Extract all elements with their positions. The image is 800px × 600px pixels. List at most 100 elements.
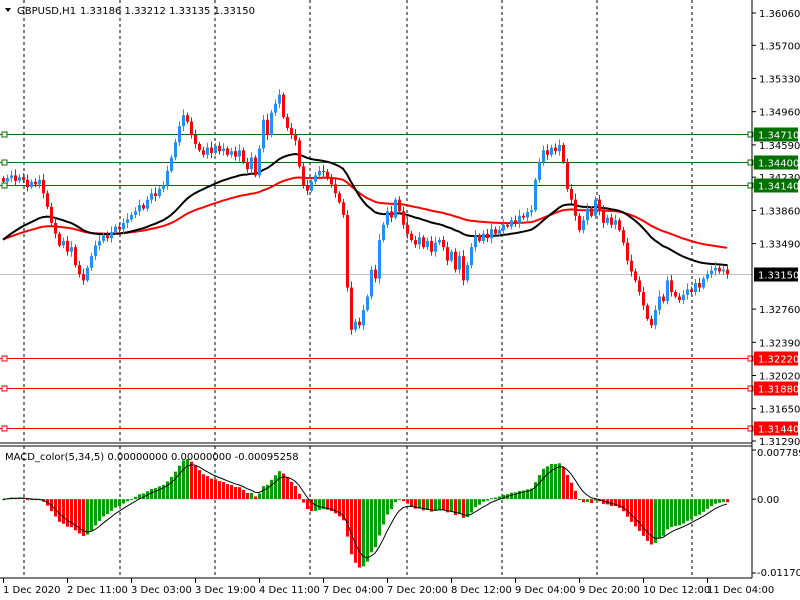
macd-bar xyxy=(378,499,381,536)
macd-bar xyxy=(382,499,385,525)
candle-body xyxy=(574,199,577,216)
price-tick-label: 1.32390 xyxy=(759,338,800,349)
macd-bar xyxy=(234,486,237,500)
candle-body xyxy=(250,157,253,170)
candle-body xyxy=(594,199,597,216)
macd-bar xyxy=(610,499,613,507)
candle-body xyxy=(106,235,109,239)
candle-body xyxy=(550,147,553,155)
candle-body xyxy=(218,145,221,152)
macd-bar xyxy=(306,499,309,510)
macd-bar xyxy=(62,499,65,524)
candle-body xyxy=(122,222,125,230)
candle-body xyxy=(298,140,301,167)
macd-bar xyxy=(494,497,497,500)
macd-bar xyxy=(558,463,561,500)
candle-body xyxy=(590,208,593,216)
level-handle xyxy=(1,355,8,362)
candle-body xyxy=(190,121,193,136)
macd-bar xyxy=(534,482,537,500)
candle-body xyxy=(306,185,309,191)
level-price-label: 1.34400 xyxy=(758,159,799,170)
candle-body xyxy=(354,321,357,330)
candle-body xyxy=(554,147,557,152)
candle-body xyxy=(226,148,229,155)
macd-bar xyxy=(438,499,441,510)
candle-body xyxy=(194,135,197,145)
candle-body xyxy=(654,309,657,326)
candle-body xyxy=(34,181,37,185)
macd-bar xyxy=(466,499,469,517)
macd-bar xyxy=(698,499,701,515)
candle-body xyxy=(14,175,17,181)
candle-body xyxy=(254,157,257,176)
candle-body xyxy=(166,170,169,186)
macd-bar xyxy=(714,499,717,504)
macd-bar xyxy=(710,499,713,507)
candle-body xyxy=(290,127,293,136)
macd-bar xyxy=(406,499,409,504)
macd-bar xyxy=(370,499,373,553)
candle-body xyxy=(598,199,601,212)
macd-bar xyxy=(350,499,353,555)
candle-body xyxy=(146,199,149,209)
candle-body xyxy=(494,229,497,234)
candle-body xyxy=(726,269,729,275)
time-tick-label: 2 Dec 11:00 xyxy=(67,585,128,596)
price-tick-label: 1.31290 xyxy=(759,437,800,448)
candle-body xyxy=(334,184,337,194)
candle-body xyxy=(718,267,721,272)
candle-body xyxy=(390,211,393,218)
macd-tick-label: 0.0077894 xyxy=(757,448,800,459)
candle-body xyxy=(274,103,277,113)
macd-bar xyxy=(346,499,349,537)
candle-body xyxy=(634,271,637,281)
macd-bar xyxy=(690,499,693,520)
price-tick-label: 1.34590 xyxy=(759,141,800,152)
time-tick-label: 1 Dec 2020 xyxy=(3,585,61,596)
candle-body xyxy=(242,150,245,162)
macd-bar xyxy=(394,499,397,503)
candle-body xyxy=(430,240,433,252)
macd-bar xyxy=(258,493,261,500)
time-tick-label: 4 Dec 11:00 xyxy=(259,585,320,596)
candle-body xyxy=(286,117,289,128)
candle-body xyxy=(126,219,129,223)
candle-body xyxy=(158,188,161,197)
candle-body xyxy=(142,205,145,209)
candle-body xyxy=(182,115,185,127)
macd-bar xyxy=(562,466,565,500)
candle-body xyxy=(98,240,101,246)
time-tick-label: 11 Dec 04:00 xyxy=(707,585,774,596)
candle-body xyxy=(266,119,269,136)
candle-body xyxy=(646,305,649,319)
macd-bar xyxy=(118,499,121,506)
candle-body xyxy=(150,193,153,200)
macd-bar xyxy=(646,499,649,541)
candle-body xyxy=(678,296,681,301)
macd-bar xyxy=(106,499,109,514)
macd-bar xyxy=(410,499,413,507)
macd-bar xyxy=(178,465,181,500)
price-tick-label: 1.35330 xyxy=(759,75,800,86)
macd-bar xyxy=(374,499,377,548)
candle-body xyxy=(382,224,385,241)
price-tick-label: 1.35700 xyxy=(759,41,800,52)
macd-bar xyxy=(254,496,257,500)
candle-body xyxy=(470,247,473,266)
candle-body xyxy=(342,202,345,215)
macd-bar xyxy=(58,499,61,522)
macd-bar xyxy=(626,499,629,517)
candle-body xyxy=(558,144,561,152)
candle-body xyxy=(690,289,693,293)
candle-body xyxy=(450,251,453,261)
candle-body xyxy=(42,179,45,194)
candle-body xyxy=(610,217,613,225)
macd-bar xyxy=(650,499,653,545)
macd-bar xyxy=(546,466,549,500)
macd-bar xyxy=(210,478,213,500)
candle-body xyxy=(134,211,137,215)
price-chart[interactable]: 1.360601.357001.353301.349601.345901.342… xyxy=(0,0,800,600)
candle-body xyxy=(210,147,213,153)
symbol-label: GBPUSD,H1 xyxy=(17,6,76,17)
